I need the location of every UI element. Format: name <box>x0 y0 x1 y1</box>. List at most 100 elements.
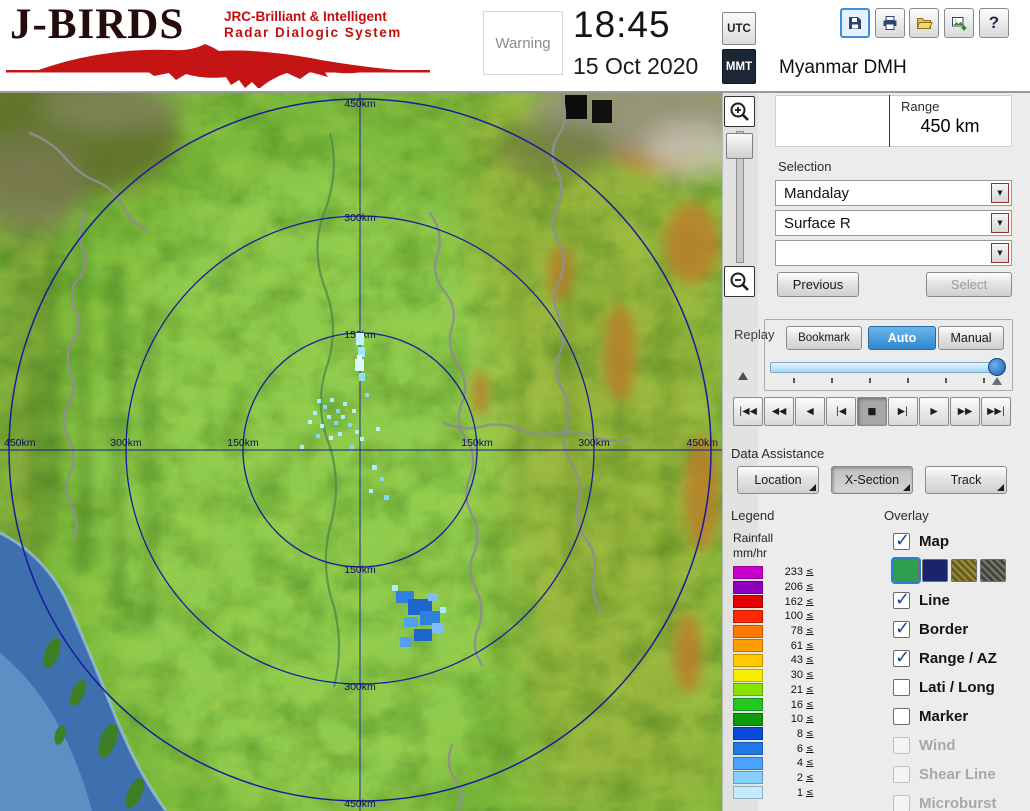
warning-label: Warning <box>495 35 550 52</box>
legend-value: 2 <box>773 772 803 784</box>
legend-row: 162≤ <box>733 594 814 609</box>
extra-select[interactable]: ▼ <box>775 240 1012 266</box>
overlay-item-label: Map <box>919 533 949 550</box>
timeline-tick <box>869 378 871 383</box>
range-label: Range <box>901 99 939 114</box>
legend-value: 10 <box>773 713 803 725</box>
chevron-down-icon[interactable]: ▼ <box>991 183 1009 203</box>
chevron-down-icon[interactable]: ▼ <box>991 213 1009 233</box>
legend-swatch <box>733 698 763 711</box>
timeline-tick <box>907 378 909 383</box>
legend-value: 4 <box>773 757 803 769</box>
legend-swatch <box>733 669 763 682</box>
overlay-row-marker: Marker <box>893 705 1028 727</box>
overlay-item-label: Shear Line <box>919 766 996 783</box>
stop-button[interactable]: ■ <box>857 397 887 426</box>
magnifier-plus-icon <box>729 101 751 123</box>
lte-icon: ≤ <box>806 773 814 783</box>
checkbox-lati-long[interactable] <box>893 679 910 696</box>
checkbox-line[interactable]: ✓ <box>893 592 910 609</box>
lte-icon: ≤ <box>806 700 814 710</box>
lte-icon: ≤ <box>806 729 814 739</box>
legend-swatch <box>733 581 763 594</box>
mmt-button[interactable]: MMT <box>722 49 756 84</box>
printer-icon <box>881 14 899 32</box>
previous-button[interactable]: Previous <box>777 272 859 297</box>
chevron-down-icon[interactable]: ▼ <box>991 243 1009 263</box>
legend-row: 6≤ <box>733 741 814 756</box>
question-mark-icon: ? <box>989 13 999 33</box>
legend-value: 8 <box>773 728 803 740</box>
replay-timeline-thumb[interactable] <box>988 358 1006 376</box>
zoom-in-button[interactable] <box>724 96 755 127</box>
range-label-text: 450km <box>686 437 718 449</box>
zoom-slider-thumb[interactable] <box>726 133 753 159</box>
lte-icon: ≤ <box>806 655 814 665</box>
overlay-row-map: ✓ Map <box>893 530 1028 552</box>
overlay-options: ✓ Map ✓ Line ✓ Border ✓ Range / AZ Lati … <box>893 530 1028 811</box>
track-button[interactable]: Track <box>925 466 1007 494</box>
print-button[interactable] <box>875 8 905 38</box>
overlay-item-label: Wind <box>919 737 956 754</box>
overlay-item-label: Range / AZ <box>919 650 997 667</box>
map-style-swatch-4[interactable] <box>980 559 1006 582</box>
legend-value: 206 <box>773 581 803 593</box>
check-icon: ✓ <box>895 647 910 668</box>
map-style-swatch-3[interactable] <box>951 559 977 582</box>
site-select[interactable]: Mandalay ▼ <box>775 180 1012 206</box>
range-label-text: 450km <box>344 98 376 110</box>
step-back-button[interactable]: |◀ <box>826 397 856 426</box>
skip-to-end-button[interactable]: ▶▶| <box>981 397 1011 426</box>
select-button: Select <box>926 272 1012 297</box>
step-forward-button[interactable]: ▶| <box>888 397 918 426</box>
checkbox-range-az[interactable]: ✓ <box>893 650 910 667</box>
lte-icon: ≤ <box>806 597 814 607</box>
lte-icon: ≤ <box>806 611 814 621</box>
fast-rewind-button[interactable]: ◀◀ <box>764 397 794 426</box>
timeline-tick <box>983 378 985 383</box>
warning-indicator: Warning <box>483 11 563 75</box>
legend-row: 1≤ <box>733 785 814 800</box>
clock-time: 18:45 <box>573 4 671 46</box>
help-button[interactable]: ? <box>979 8 1009 38</box>
auto-mode-button[interactable]: Auto <box>868 326 936 350</box>
location-button[interactable]: Location <box>737 466 819 494</box>
logo-subtitle: JRC-Brilliant & Intelligent Radar Dialog… <box>224 9 402 41</box>
fast-forward-button[interactable]: ▶▶ <box>950 397 980 426</box>
legend-row: 61≤ <box>733 638 814 653</box>
export-image-button[interactable] <box>944 8 974 38</box>
product-select[interactable]: Surface R ▼ <box>775 210 1012 236</box>
checkbox-wind <box>893 737 910 754</box>
range-label-text: 150km <box>344 564 376 576</box>
overlay-row-range-az: ✓ Range / AZ <box>893 647 1028 669</box>
legend-value: 21 <box>773 684 803 696</box>
range-label-text: 450km <box>4 437 36 449</box>
replay-timeline-track[interactable] <box>770 362 1004 373</box>
play-reverse-button[interactable]: ◀ <box>795 397 825 426</box>
checkbox-map[interactable]: ✓ <box>893 533 910 550</box>
overlay-item-label: Marker <box>919 708 968 725</box>
range-label-text: 300km <box>578 437 610 449</box>
clock-date: 15 Oct 2020 <box>573 53 698 80</box>
zoom-out-button[interactable] <box>724 266 755 297</box>
save-button[interactable] <box>840 8 870 38</box>
map-style-swatch-1[interactable] <box>893 559 919 582</box>
utc-button[interactable]: UTC <box>722 12 756 45</box>
legend-swatch <box>733 566 763 579</box>
map-style-swatch-2[interactable] <box>922 559 948 582</box>
checkbox-marker[interactable] <box>893 708 910 725</box>
logo-subtitle-line2: Radar Dialogic System <box>224 25 402 41</box>
play-button[interactable]: ▶ <box>919 397 949 426</box>
skip-to-start-button[interactable]: |◀◀ <box>733 397 763 426</box>
range-label-text: 300km <box>344 681 376 693</box>
timeline-tick <box>831 378 833 383</box>
timeline-position-marker <box>992 377 1002 385</box>
bookmark-button[interactable]: Bookmark <box>786 326 862 350</box>
x-section-button[interactable]: X-Section <box>831 466 913 494</box>
lte-icon: ≤ <box>806 641 814 651</box>
checkbox-border[interactable]: ✓ <box>893 621 910 638</box>
legend-value: 78 <box>773 625 803 637</box>
radar-map[interactable]: 450km 300km 150km 150km 300km 450km 450k… <box>0 93 722 811</box>
manual-mode-button[interactable]: Manual <box>938 326 1004 350</box>
open-file-button[interactable] <box>909 8 939 38</box>
